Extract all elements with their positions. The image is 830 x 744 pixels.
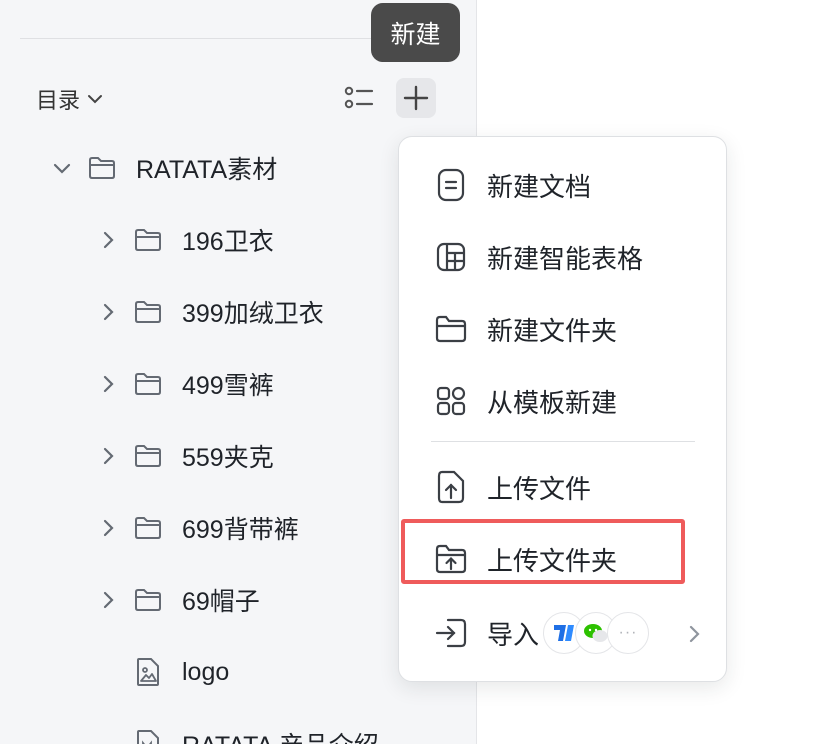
menu-item-label: 新建文档: [487, 171, 592, 202]
chevron-right-icon[interactable]: [96, 444, 120, 468]
folder-icon: [132, 585, 164, 615]
chevron-right-icon: [684, 621, 704, 652]
tree-item-label: 699背带裤: [182, 516, 299, 544]
menu-item-label: 新建智能表格: [487, 243, 644, 274]
menu-divider: [431, 441, 695, 442]
menu-item-import[interactable]: 导入 ···: [399, 601, 728, 665]
menu-item-label: 导入: [487, 619, 540, 650]
highlight-box: [401, 519, 685, 584]
tree-item-label: 69帽子: [182, 588, 260, 616]
folder-icon: [132, 225, 164, 255]
folder-icon: [132, 297, 164, 327]
chevron-right-icon[interactable]: [96, 228, 120, 252]
chevron-right-icon[interactable]: [96, 588, 120, 612]
menu-item-label: 上传文件: [487, 473, 592, 504]
menu-item-from-template[interactable]: 从模板新建: [399, 369, 728, 433]
tree-item-label: 196卫衣: [182, 228, 274, 256]
tree-item-folder[interactable]: 196卫衣: [96, 218, 274, 262]
folder-icon: [132, 513, 164, 543]
folder-icon: [132, 369, 164, 399]
chevron-right-icon[interactable]: [96, 372, 120, 396]
tree-item-file[interactable]: logo: [96, 650, 229, 694]
folder-icon: [86, 153, 118, 183]
chevron-down-icon[interactable]: [50, 156, 74, 180]
folder-icon: [132, 441, 164, 471]
doc-file-icon: [132, 729, 164, 744]
directory-label: 目录: [36, 88, 81, 113]
image-file-icon: [132, 657, 164, 687]
upload-file-icon: [433, 469, 469, 505]
tooltip-text: 新建: [390, 20, 441, 49]
tree-item-folder[interactable]: 559夹克: [96, 434, 274, 478]
tree-item-label: logo: [182, 657, 230, 686]
tree-item-folder[interactable]: 69帽子: [96, 578, 260, 622]
directory-dropdown[interactable]: 目录: [36, 84, 104, 114]
tree-item-folder[interactable]: 499雪裤: [96, 362, 274, 406]
menu-item-new-smart-table[interactable]: 新建智能表格: [399, 225, 728, 289]
list-icon: [344, 86, 374, 109]
tree-item-folder[interactable]: RATATA素材: [50, 146, 277, 190]
add-new-button[interactable]: [396, 78, 436, 118]
menu-item-new-folder[interactable]: 新建文件夹: [399, 297, 728, 361]
chevron-right-icon[interactable]: [96, 300, 120, 324]
menu-item-new-doc[interactable]: 新建文档: [399, 153, 728, 217]
chevron-down-icon: [88, 95, 103, 104]
tree-item-folder[interactable]: 699背带裤: [96, 506, 299, 550]
list-view-button[interactable]: [340, 80, 378, 116]
tree-item-label: RATATA素材: [136, 156, 278, 184]
more-sources-icon: ···: [607, 612, 650, 654]
menu-item-label: 新建文件夹: [487, 315, 618, 346]
tree-item-label: 499雪裤: [182, 372, 274, 400]
menu-item-label: 从模板新建: [487, 387, 618, 418]
folder-icon: [433, 311, 469, 347]
tree-item-label: RATATA 产品介绍: [182, 726, 379, 744]
tree-item-file[interactable]: RATATA 产品介绍: [96, 722, 379, 744]
new-tooltip: 新建: [371, 3, 460, 62]
menu-item-upload-file[interactable]: 上传文件: [399, 455, 728, 519]
new-menu: 新建文档 新建智能表格 新建文件夹 从模板新建 上传文件 上传文件夹 导入 ··…: [398, 136, 727, 682]
import-sources: ···: [543, 612, 650, 654]
tree-item-label: 399加绒卫衣: [182, 300, 324, 328]
tree-item-label: 559夹克: [182, 444, 274, 472]
plus-icon: [403, 85, 429, 111]
chevron-right-icon[interactable]: [96, 516, 120, 540]
tree-item-folder[interactable]: 399加绒卫衣: [96, 290, 324, 334]
import-icon: [433, 615, 469, 651]
table-icon: [433, 239, 469, 275]
template-grid-icon: [433, 383, 469, 419]
doc-icon: [433, 167, 469, 203]
